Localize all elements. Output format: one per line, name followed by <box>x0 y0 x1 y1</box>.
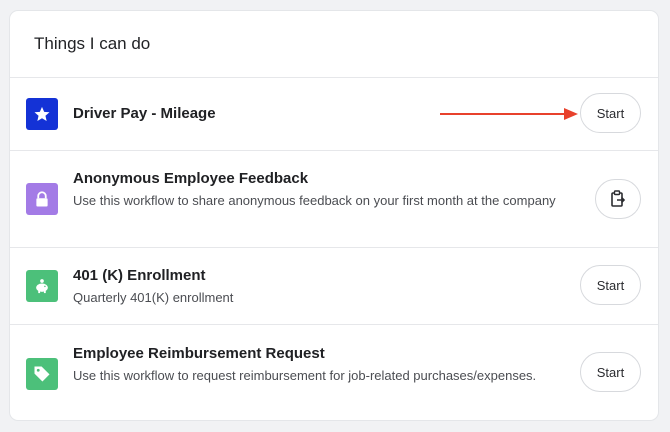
clipboard-action-button[interactable] <box>595 179 641 219</box>
list-item-text: 401 (K) Enrollment Quarterly 401(K) enro… <box>73 266 558 308</box>
card-header: Things I can do <box>10 11 658 78</box>
list-item-text: Employee Reimbursement Request Use this … <box>73 344 558 386</box>
start-button[interactable]: Start <box>580 265 641 305</box>
list-item-anonymous-feedback: Anonymous Employee Feedback Use this wor… <box>10 151 658 248</box>
red-arrow-annotation <box>440 108 578 120</box>
list-item-401k-enrollment: 401 (K) Enrollment Quarterly 401(K) enro… <box>10 248 658 325</box>
things-i-can-do-card: Things I can do Driver Pay - Mileage Sta… <box>10 11 658 420</box>
tag-icon <box>26 358 58 390</box>
list-item-driver-pay: Driver Pay - Mileage Start <box>10 78 658 151</box>
list-item-reimbursement-request: Employee Reimbursement Request Use this … <box>10 325 658 420</box>
list-item-description: Use this workflow to share anonymous fee… <box>73 193 556 208</box>
start-button[interactable]: Start <box>580 93 641 133</box>
list-item-description: Quarterly 401(K) enrollment <box>73 290 234 305</box>
star-icon <box>26 98 58 130</box>
list-item-title: Employee Reimbursement Request <box>73 345 325 362</box>
start-button[interactable]: Start <box>580 352 641 392</box>
list-item-title: Anonymous Employee Feedback <box>73 170 309 187</box>
list-item-text: Anonymous Employee Feedback Use this wor… <box>73 169 558 211</box>
list-item-title: 401 (K) Enrollment <box>73 267 206 284</box>
lock-icon <box>26 183 58 215</box>
clipboard-icon <box>611 190 626 207</box>
card-title: Things I can do <box>34 34 151 53</box>
list-item-description: Use this workflow to request reimburseme… <box>73 368 537 383</box>
piggy-bank-icon <box>26 270 58 302</box>
